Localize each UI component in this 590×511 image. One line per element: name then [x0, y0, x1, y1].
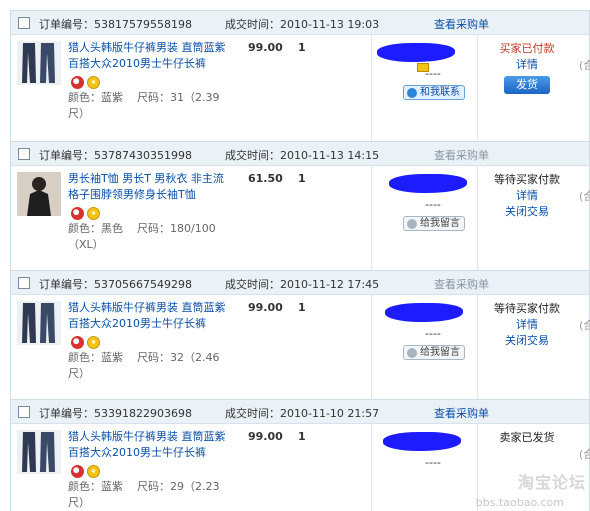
order-card: 订单编号：53787430351998 成交时间：2010-11-13 14:1… — [10, 141, 590, 274]
order-status-cell: 卖家已发货 — [481, 430, 573, 446]
product-title-link[interactable]: 男长袖T恤 男长T 男秋衣 非主流格子围脖领男修身长袖T恤 — [68, 171, 226, 221]
order-number: 订单编号：53787430351998 — [39, 149, 192, 162]
aliwangwang-message-button[interactable]: 给我留言 — [403, 345, 465, 360]
view-purchase-order-link[interactable]: 查看采购单 — [434, 276, 489, 292]
redacted-buyer-name — [389, 174, 467, 193]
aliwangwang-contact-button[interactable]: 和我联系 — [403, 85, 465, 100]
product-thumbnail-jeans[interactable] — [17, 301, 61, 345]
product-thumbnail-tshirt[interactable] — [17, 172, 61, 216]
wangwang-icon — [407, 348, 417, 358]
details-link[interactable]: 详情 — [481, 317, 573, 333]
quantity: 1 — [298, 430, 306, 443]
wangwang-icon — [407, 219, 417, 229]
order-time: 成交时间：2010-11-13 19:03 — [225, 18, 380, 31]
column-divider — [477, 166, 478, 273]
product-attributes: 颜色：黑色 尺码：180/100（XL） — [68, 222, 216, 251]
promotion-badge-icon — [87, 75, 100, 89]
order-time: 成交时间：2010-11-13 14:15 — [225, 149, 380, 162]
product-attributes: 颜色：蓝紫 尺码：29（2.23尺） — [68, 480, 220, 509]
unit-price: 99.00 — [248, 430, 283, 443]
order-header: 订单编号：53817579558198 成交时间：2010-11-13 19:0… — [11, 11, 589, 35]
order-card: 订单编号：53817579558198 成交时间：2010-11-13 19:0… — [10, 10, 590, 143]
column-divider — [371, 424, 372, 511]
order-header: 订单编号：53391822903698 成交时间：2010-11-10 21:5… — [11, 400, 589, 424]
unit-price: 61.50 — [248, 172, 283, 185]
product-attributes: 颜色：蓝紫 尺码：31（2.39尺） — [68, 91, 220, 120]
promotion-badge-icon — [87, 335, 100, 349]
promotion-badge-icon — [87, 464, 100, 478]
guarantee-badge-icon — [71, 335, 84, 349]
order-checkbox[interactable] — [18, 148, 30, 160]
order-status: 等待买家付款 — [494, 302, 560, 315]
view-purchase-order-link[interactable]: 查看采购单 — [434, 405, 489, 421]
order-body: 猎人头韩版牛仔裤男装 直筒蓝紫百搭大众2010男士牛仔长裤 颜色：蓝紫 尺码：3… — [11, 35, 590, 142]
ship-button[interactable]: 发货 — [504, 76, 550, 94]
order-time: 成交时间：2010-11-10 21:57 — [225, 407, 380, 420]
order-body: 男长袖T恤 男长T 男秋衣 非主流格子围脖领男修身长袖T恤 颜色：黑色 尺码：1… — [11, 166, 590, 273]
wangwang-icon — [407, 88, 417, 98]
truncated-column-text: (合 — [579, 190, 590, 203]
view-purchase-order-link[interactable]: 查看采购单 — [434, 147, 489, 163]
order-checkbox[interactable] — [18, 17, 30, 29]
product-title-link[interactable]: 猎人头韩版牛仔裤男装 直筒蓝紫百搭大众2010男士牛仔长裤 — [68, 300, 226, 350]
close-trade-link[interactable]: 关闭交易 — [481, 333, 573, 349]
forum-watermark-url: bbs.taobao.com — [475, 496, 564, 509]
order-header: 订单编号：53705667549298 成交时间：2010-11-12 17:4… — [11, 271, 589, 295]
column-divider — [371, 166, 372, 273]
view-purchase-order-link[interactable]: 查看采购单 — [434, 16, 489, 32]
unit-price: 99.00 — [248, 301, 283, 314]
truncated-column-text: (合 — [579, 448, 590, 461]
truncated-column-text: (合 — [579, 59, 590, 72]
product-thumbnail-jeans[interactable] — [17, 430, 61, 474]
order-status: 等待买家付款 — [494, 173, 560, 186]
order-body: 猎人头韩版牛仔裤男装 直筒蓝紫百搭大众2010男士牛仔长裤 颜色：蓝紫 尺码：3… — [11, 295, 590, 402]
column-divider — [371, 35, 372, 142]
order-time: 成交时间：2010-11-12 17:45 — [225, 278, 380, 291]
guarantee-badge-icon — [71, 206, 84, 220]
order-number: 订单编号：53391822903698 — [39, 407, 192, 420]
forum-watermark: 淘宝论坛 — [517, 473, 586, 492]
order-number: 订单编号：53705667549298 — [39, 278, 192, 291]
buyer-dash: ---- — [425, 456, 441, 469]
order-card: 订单编号：53705667549298 成交时间：2010-11-12 17:4… — [10, 270, 590, 403]
column-divider — [371, 295, 372, 402]
order-number: 订单编号：53817579558198 — [39, 18, 192, 31]
order-checkbox[interactable] — [18, 277, 30, 289]
redacted-buyer-name — [377, 43, 455, 62]
order-status: 买家已付款 — [499, 42, 555, 55]
order-card: 订单编号：53391822903698 成交时间：2010-11-10 21:5… — [10, 399, 590, 511]
order-status-cell: 等待买家付款 详情 关闭交易 — [481, 301, 573, 349]
product-thumbnail-jeans[interactable] — [17, 41, 61, 85]
order-status: 卖家已发货 — [499, 431, 555, 444]
details-link[interactable]: 详情 — [481, 188, 573, 204]
redacted-buyer-name — [385, 303, 463, 322]
quantity: 1 — [298, 172, 306, 185]
aliwangwang-message-button[interactable]: 给我留言 — [403, 216, 465, 231]
product-title-link[interactable]: 猎人头韩版牛仔裤男装 直筒蓝紫百搭大众2010男士牛仔长裤 — [68, 40, 226, 90]
buyer-dash: ---- — [425, 327, 441, 340]
promotion-badge-icon — [87, 206, 100, 220]
column-divider — [477, 35, 478, 142]
order-header: 订单编号：53787430351998 成交时间：2010-11-13 14:1… — [11, 142, 589, 166]
unit-price: 99.00 — [248, 41, 283, 54]
product-title-link[interactable]: 猎人头韩版牛仔裤男装 直筒蓝紫百搭大众2010男士牛仔长裤 — [68, 429, 226, 479]
guarantee-badge-icon — [71, 75, 84, 89]
product-attributes: 颜色：蓝紫 尺码：32（2.46尺） — [68, 351, 220, 380]
buyer-dash: ---- — [425, 198, 441, 211]
guarantee-badge-icon — [71, 464, 84, 478]
buyer-dash: ---- — [425, 67, 441, 80]
truncated-column-text: (合 — [579, 319, 590, 332]
order-status-cell: 等待买家付款 详情 关闭交易 — [481, 172, 573, 220]
details-link[interactable]: 详情 — [481, 57, 573, 73]
order-checkbox[interactable] — [18, 406, 30, 418]
quantity: 1 — [298, 41, 306, 54]
close-trade-link[interactable]: 关闭交易 — [481, 204, 573, 220]
order-status-cell: 买家已付款 详情 发货 — [481, 41, 573, 94]
redacted-buyer-name — [383, 432, 461, 451]
column-divider — [477, 295, 478, 402]
quantity: 1 — [298, 301, 306, 314]
